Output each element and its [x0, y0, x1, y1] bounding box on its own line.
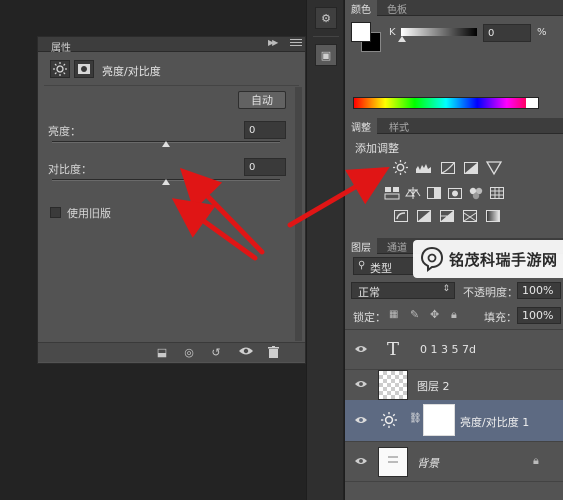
red-arrow-brightness: [180, 167, 265, 255]
red-arrow-adjustment-icon: [287, 166, 390, 228]
foreground-swatch[interactable]: [351, 22, 371, 42]
annotation-arrows: [171, 166, 390, 261]
